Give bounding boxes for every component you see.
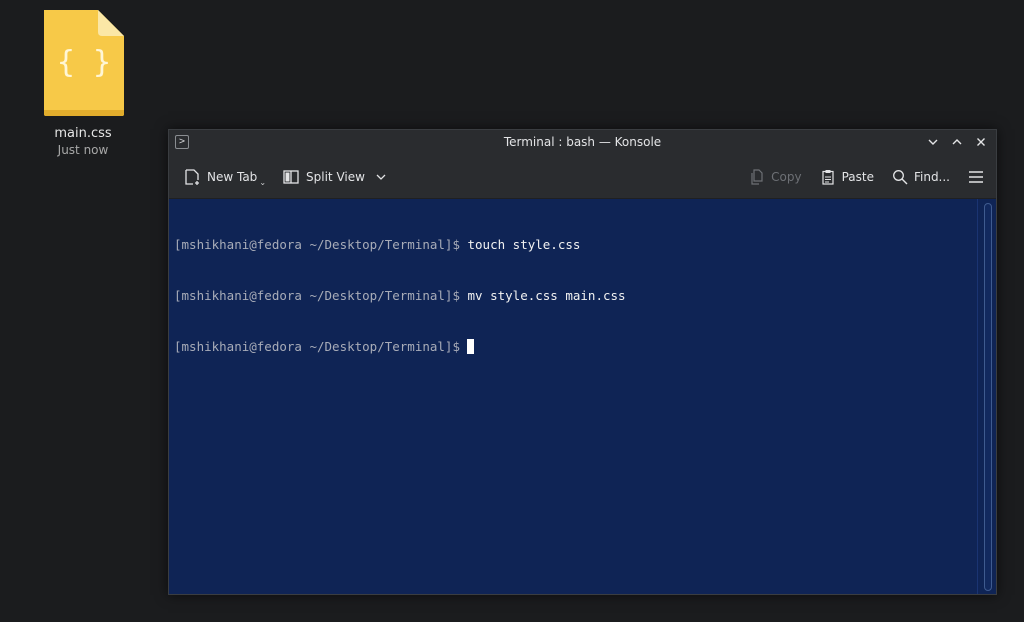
command: mv style.css main.css [459, 288, 626, 303]
terminal-line: [mshikhani@fedora ~/Desktop/Terminal]$ m… [174, 287, 996, 304]
konsole-window: > Terminal : bash — Konsole New Tab ⌄ Sp… [168, 129, 997, 595]
prompt: [mshikhani@fedora ~/Desktop/Terminal] [174, 339, 453, 354]
minimize-button[interactable] [924, 133, 942, 151]
paste-label: Paste [841, 170, 874, 184]
text-cursor [466, 339, 474, 354]
new-tab-label: New Tab [207, 170, 258, 184]
maximize-button[interactable] [948, 133, 966, 151]
paste-button[interactable]: Paste [820, 169, 874, 185]
menu-button[interactable] [968, 170, 984, 184]
terminal-line: [mshikhani@fedora ~/Desktop/Terminal]$ [174, 338, 996, 355]
file-glyph: { } [57, 45, 111, 80]
window-controls [924, 133, 990, 151]
command: touch style.css [459, 237, 581, 252]
prompt-symbol: $ [452, 339, 460, 354]
caret-down-icon: ⌄ [259, 177, 267, 187]
prompt: [mshikhani@fedora ~/Desktop/Terminal] [174, 288, 453, 303]
chevron-down-icon[interactable] [375, 171, 387, 183]
chevron-down-icon [928, 139, 938, 145]
find-button[interactable]: Find... [892, 169, 950, 185]
copy-button[interactable]: Copy [749, 169, 802, 185]
file-time: Just now [57, 143, 109, 157]
new-tab-icon [185, 169, 199, 185]
scroll-divider [977, 199, 978, 594]
split-view-button[interactable]: Split View [282, 168, 387, 186]
split-view-label: Split View [306, 170, 365, 184]
vertical-scrollbar[interactable] [984, 203, 992, 591]
copy-icon [751, 169, 763, 185]
titlebar[interactable]: > Terminal : bash — Konsole [169, 130, 996, 156]
close-icon [977, 138, 985, 146]
search-icon [893, 170, 908, 185]
terminal-output[interactable]: [mshikhani@fedora ~/Desktop/Terminal]$ t… [169, 199, 996, 594]
close-button[interactable] [972, 133, 990, 151]
chevron-up-icon [952, 139, 962, 145]
window-title: Terminal : bash — Konsole [503, 135, 662, 149]
prompt-symbol: $ [452, 288, 460, 303]
desktop-file-main-css[interactable]: { } main.css Just now [30, 6, 136, 158]
css-file-icon: { } [44, 10, 124, 116]
new-tab-button[interactable]: New Tab ⌄ [183, 168, 266, 187]
toolbar: New Tab ⌄ Split View Copy Paste Find... [169, 156, 996, 199]
paste-icon [821, 170, 834, 185]
prompt-symbol: $ [452, 237, 460, 252]
desktop: { } main.css Just now > Terminal : bash … [0, 0, 1024, 622]
find-label: Find... [913, 170, 950, 184]
split-view-icon [283, 170, 299, 184]
file-name: main.css [54, 126, 112, 141]
prompt: [mshikhani@fedora ~/Desktop/Terminal] [174, 237, 453, 252]
terminal-line: [mshikhani@fedora ~/Desktop/Terminal]$ t… [174, 236, 996, 253]
copy-label: Copy [771, 170, 802, 184]
hamburger-menu-icon [969, 171, 983, 183]
